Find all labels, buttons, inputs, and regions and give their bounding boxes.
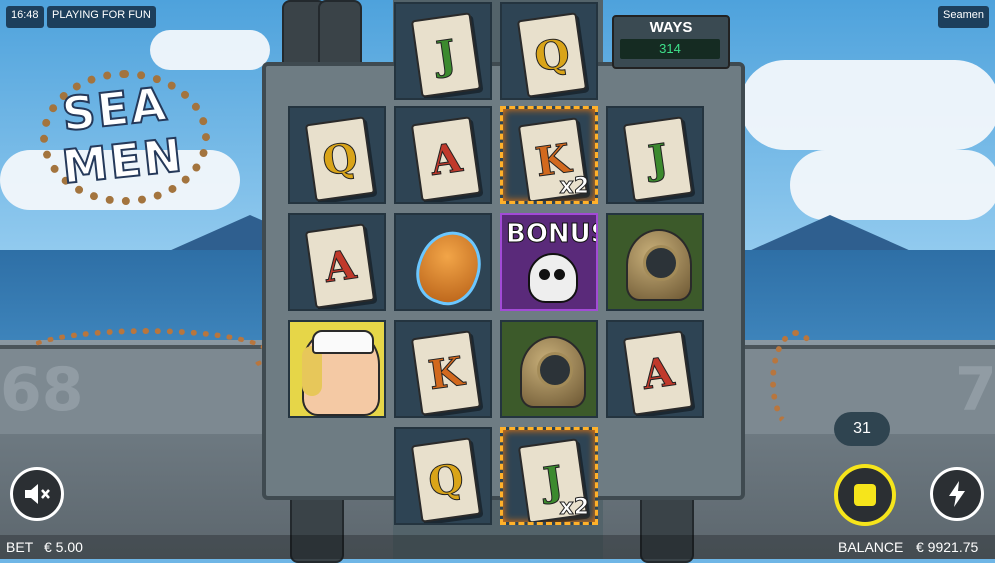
reel-cell: BONUS: [500, 213, 598, 311]
skull-symbol: [528, 253, 578, 303]
sailor-hat: [312, 330, 374, 354]
reel-cell: A: [394, 106, 492, 204]
reel-cell: Jx2: [500, 427, 598, 525]
reel-cell: A: [606, 320, 704, 418]
speaker-mute-icon: [25, 484, 50, 504]
card-symbol: K: [410, 330, 482, 416]
card-symbol: A: [304, 223, 376, 309]
card-rank: K: [425, 347, 467, 399]
reel-cell: Q: [394, 427, 492, 525]
sound-button[interactable]: [10, 467, 64, 521]
ways-label: WAYS: [649, 19, 693, 36]
cloud: [790, 150, 995, 220]
stop-icon: [854, 484, 876, 506]
clock: 16:48: [6, 6, 44, 28]
helmet-porthole: [537, 352, 573, 388]
reel-cell: K: [394, 320, 492, 418]
rope: [20, 328, 272, 380]
diver-helmet-symbol: [626, 229, 692, 301]
helmet-porthole: [643, 245, 679, 281]
reel-cell: Q: [500, 2, 598, 100]
turbo-button[interactable]: [930, 467, 984, 521]
coconut-symbol: [407, 222, 490, 309]
island: [740, 215, 920, 255]
game-name-label: Seamen: [938, 6, 989, 28]
reel-cell: Kx2: [500, 106, 598, 204]
diver-helmet-symbol: [520, 336, 586, 408]
autoplay-counter[interactable]: 31: [834, 412, 890, 446]
sailor-girl-symbol: [302, 330, 380, 416]
card-rank: J: [433, 30, 459, 80]
multiplier-label: x2: [559, 495, 589, 521]
bet-value[interactable]: € 5.00: [44, 539, 83, 555]
card-symbol: Q: [410, 437, 482, 523]
footer-bar: BET € 5.00 BALANCE € 9921.75: [0, 535, 995, 559]
card-symbol: Q: [304, 116, 376, 202]
card-symbol: A: [410, 116, 482, 202]
card-rank: Q: [319, 133, 361, 185]
skull-eye: [539, 269, 550, 280]
mode-label: PLAYING FOR FUN: [47, 6, 156, 28]
reel-cell: A: [288, 213, 386, 311]
reel-cell: [500, 320, 598, 418]
hull-number-right: 7: [955, 355, 995, 425]
card-rank: A: [639, 347, 677, 399]
bonus-label: BONUS: [506, 219, 596, 250]
reel-cell: [288, 320, 386, 418]
card-rank: Q: [531, 29, 573, 81]
card-rank: Q: [425, 454, 467, 506]
card-symbol: J: [410, 12, 482, 98]
balance-label: BALANCE: [838, 539, 904, 555]
stop-button[interactable]: [834, 464, 896, 526]
reel-cell: Q: [288, 106, 386, 204]
card-symbol: J: [622, 116, 694, 202]
card-symbol: A: [622, 330, 694, 416]
reel-cell: J: [394, 2, 492, 100]
cloud: [150, 30, 270, 70]
bet-label: BET: [6, 539, 34, 555]
cloud: [740, 60, 995, 150]
card-rank: A: [321, 240, 359, 292]
ways-value: 314: [620, 39, 720, 59]
multiplier-label: x2: [559, 174, 589, 200]
skull-eye: [554, 269, 565, 280]
ways-panel: WAYS 314: [612, 15, 730, 69]
lightning-icon: [949, 481, 965, 507]
balance-value: € 9921.75: [916, 539, 979, 555]
reel-cell: J: [606, 106, 704, 204]
card-rank: J: [645, 134, 671, 184]
game-logo: SEA MEN: [40, 70, 215, 210]
card-rank: A: [427, 133, 465, 185]
reel-cell: [606, 213, 704, 311]
reel-cell: [394, 213, 492, 311]
rope: [770, 330, 822, 432]
card-symbol: Q: [516, 12, 588, 98]
